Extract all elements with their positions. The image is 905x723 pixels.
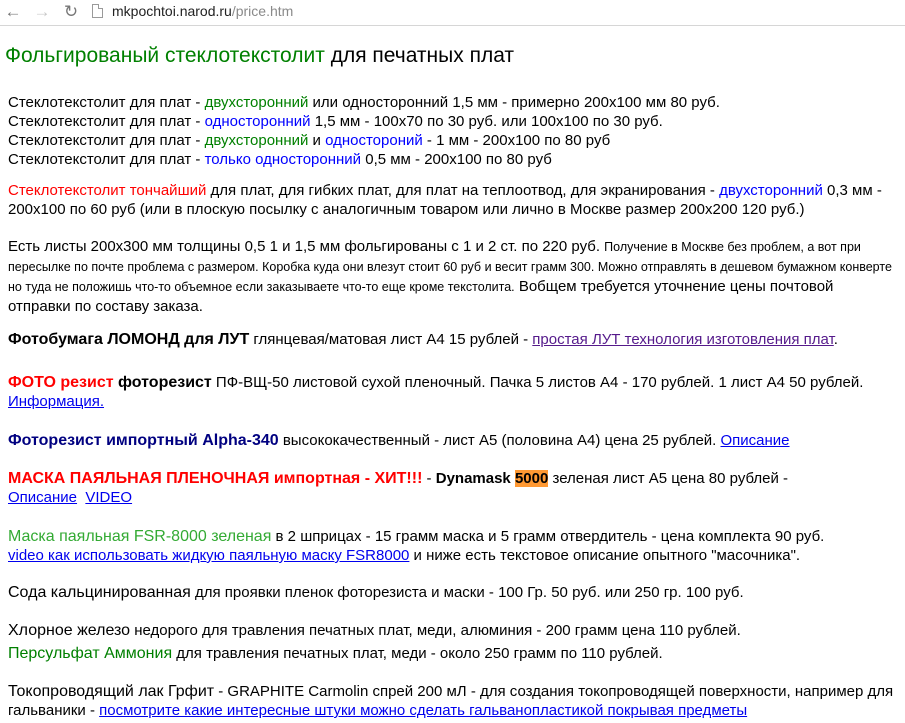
address-bar[interactable]: mkpochtoi.narod.ru/price.htm — [112, 3, 293, 20]
back-arrow-icon[interactable]: ← — [2, 2, 24, 22]
title-green: Фольгированый стеклотекстолит — [5, 44, 325, 67]
page-icon — [92, 4, 103, 18]
list-item: Стеклотекстолит для плат - двухсторонний… — [8, 94, 720, 111]
fsr-item: Маска паяльная FSR-8000 зеленая в 2 шпри… — [8, 528, 825, 564]
price-list-basic: Стеклотекстолит для плат - двухсторонний… — [8, 93, 900, 169]
photoresist-item: ФОТО резист фоторезист ПФ-ВЩ-50 листовой… — [8, 374, 864, 410]
list-item: Стеклотекстолит для плат - двухсторонний… — [8, 132, 611, 149]
photopaper-item: Фотобумага ЛОМОНД для ЛУТ глянцевая/мато… — [8, 331, 838, 348]
info-link[interactable]: Информация. — [8, 393, 104, 410]
list-item: Стеклотекстолит для плат - только одност… — [8, 151, 552, 168]
reload-icon[interactable]: ↻ — [60, 2, 82, 22]
alpha-description-link[interactable]: Описание — [721, 432, 790, 449]
url-host: mkpochtoi.narod.ru — [112, 3, 232, 19]
alpha-item: Фоторезист импортный Alpha-340 высококач… — [8, 432, 790, 449]
browser-toolbar: ← → ↻ mkpochtoi.narod.ru/price.htm — [0, 0, 905, 26]
page-title: Фольгированый стеклотекстолит для печатн… — [5, 43, 514, 69]
sheets-info: Есть листы 200х300 мм толщины 0,5 1 и 1,… — [8, 238, 892, 315]
ferric-item: Хлорное железо недорого для травления пе… — [8, 622, 741, 639]
persulfate-item: Персульфат Аммония для травления печатны… — [8, 645, 663, 662]
lacquer-item: Токопроводящий лак Грфит - GRAPHITE Carm… — [8, 683, 894, 719]
video-link[interactable]: VIDEO — [85, 489, 132, 506]
soda-item: Сода кальцинированная для проявки пленок… — [8, 584, 744, 601]
mask-description-link[interactable]: Описание — [8, 489, 77, 506]
thin-laminate: Стеклотекстолит тончайший для плат, для … — [8, 182, 882, 218]
title-black: для печатных плат — [324, 44, 515, 67]
forward-arrow-icon[interactable]: → — [31, 2, 53, 22]
galvanoplastic-link[interactable]: посмотрите какие интересные штуки можно … — [99, 702, 747, 719]
list-item: Стеклотекстолит для плат - односторонний… — [8, 113, 663, 130]
fsr-video-link[interactable]: video как использовать жидкую паяльную м… — [8, 547, 409, 564]
url-path: /price.htm — [231, 3, 294, 19]
lut-link[interactable]: простая ЛУТ технология изготовления плат — [532, 331, 833, 348]
mask-item: МАСКА ПАЯЛЬНАЯ ПЛЕНОЧНАЯ импортная - ХИТ… — [8, 470, 789, 506]
